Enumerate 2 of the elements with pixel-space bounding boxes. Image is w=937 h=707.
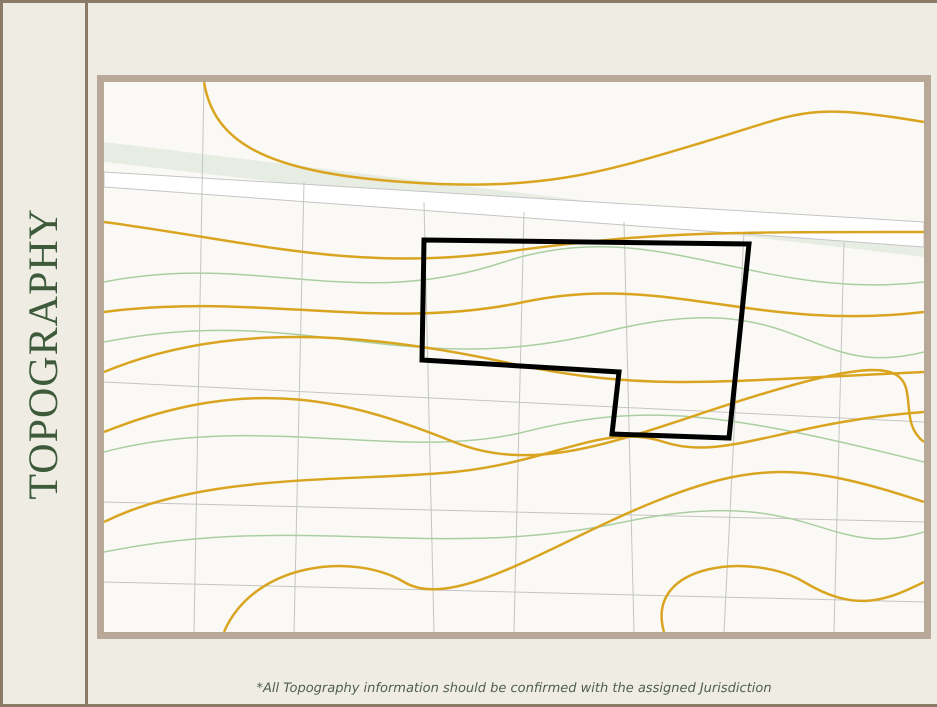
section-title: TOPOGRAPHY [20, 208, 68, 500]
disclaimer-note: *All Topography information should be confirmed with the assigned Jurisdiction [255, 681, 773, 696]
